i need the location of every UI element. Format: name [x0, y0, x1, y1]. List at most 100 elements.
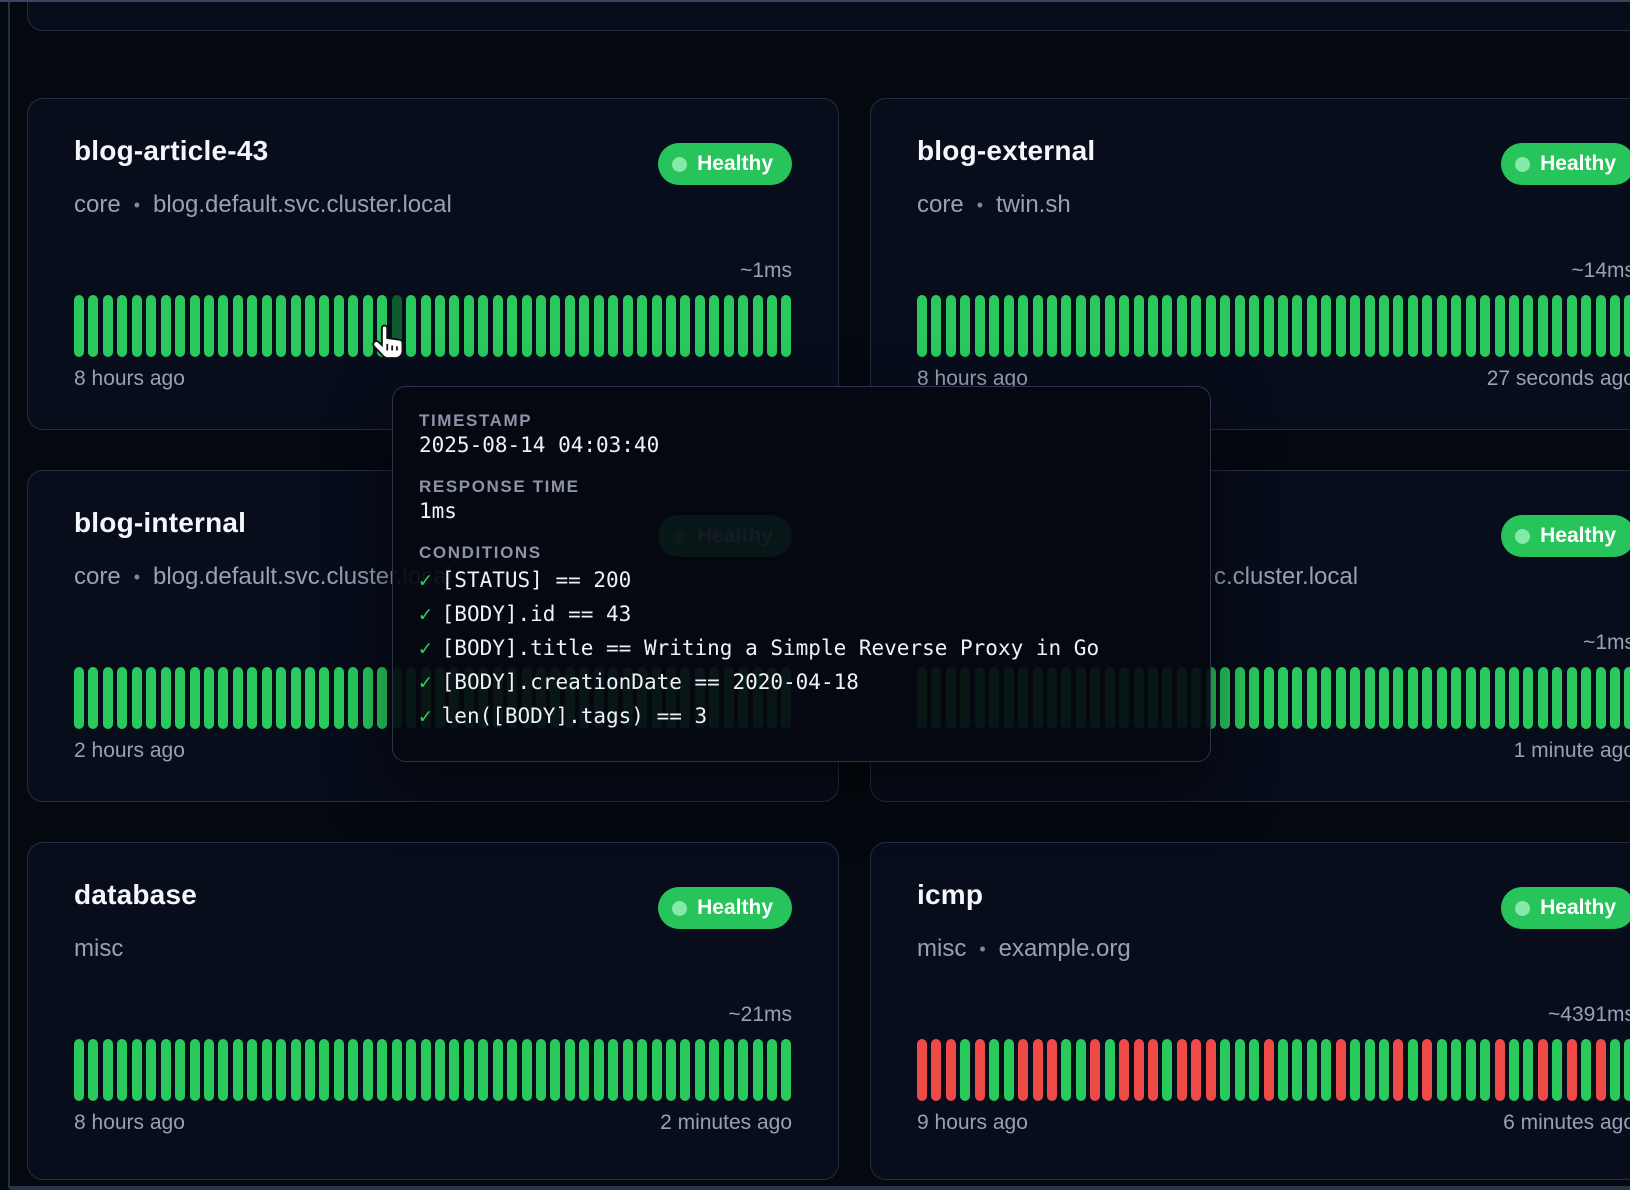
uptime-bar[interactable] [960, 295, 970, 357]
uptime-bar[interactable] [709, 295, 719, 357]
uptime-bar[interactable] [1379, 1039, 1389, 1101]
uptime-bar[interactable] [1278, 667, 1288, 729]
uptime-bar[interactable] [132, 295, 142, 357]
uptime-bar[interactable] [1437, 1039, 1447, 1101]
uptime-bar[interactable] [406, 295, 416, 357]
uptime-bar[interactable] [931, 295, 941, 357]
uptime-bar[interactable] [680, 1039, 690, 1101]
uptime-bar[interactable] [392, 295, 402, 357]
uptime-bar[interactable] [204, 667, 214, 729]
uptime-bar[interactable] [550, 295, 560, 357]
uptime-bar[interactable] [146, 667, 156, 729]
uptime-bar[interactable] [1134, 1039, 1144, 1101]
uptime-bar[interactable] [1264, 1039, 1274, 1101]
uptime-bar[interactable] [1119, 295, 1129, 357]
uptime-bar[interactable] [1523, 1039, 1533, 1101]
uptime-bar[interactable] [1509, 295, 1519, 357]
uptime-bar[interactable] [334, 667, 344, 729]
uptime-bar[interactable] [247, 1039, 257, 1101]
uptime-bar[interactable] [917, 295, 927, 357]
uptime-bar[interactable] [1307, 295, 1317, 357]
uptime-bar[interactable] [74, 667, 84, 729]
uptime-bar[interactable] [88, 1039, 98, 1101]
uptime-bar[interactable] [946, 1039, 956, 1101]
uptime-bar[interactable] [1249, 295, 1259, 357]
uptime-bar[interactable] [767, 1039, 777, 1101]
uptime-bar[interactable] [1567, 667, 1577, 729]
uptime-bar[interactable] [536, 295, 546, 357]
uptime-bar[interactable] [1610, 1039, 1620, 1101]
uptime-bar[interactable] [1321, 295, 1331, 357]
endpoint-card-icmp[interactable]: icmp misc • example.org Healthy ~4391ms … [870, 842, 1630, 1180]
uptime-bar[interactable] [1437, 667, 1447, 729]
uptime-bar[interactable] [1177, 1039, 1187, 1101]
uptime-bar[interactable] [1480, 667, 1490, 729]
uptime-bar[interactable] [493, 1039, 503, 1101]
uptime-bar[interactable] [1408, 295, 1418, 357]
uptime-bar[interactable] [1466, 667, 1476, 729]
uptime-bar[interactable] [522, 1039, 532, 1101]
uptime-bar[interactable] [406, 1039, 416, 1101]
uptime-bar[interactable] [1076, 1039, 1086, 1101]
uptime-bar[interactable] [1451, 295, 1461, 357]
uptime-bar[interactable] [1365, 295, 1375, 357]
uptime-bar[interactable] [1365, 1039, 1375, 1101]
uptime-bar[interactable] [1206, 295, 1216, 357]
uptime-bar[interactable] [449, 295, 459, 357]
uptime-bar[interactable] [1061, 1039, 1071, 1101]
uptime-bar[interactable] [1278, 1039, 1288, 1101]
uptime-bar[interactable] [507, 295, 517, 357]
uptime-bar[interactable] [1090, 295, 1100, 357]
uptime-bar[interactable] [1451, 667, 1461, 729]
uptime-bar[interactable] [565, 1039, 575, 1101]
uptime-bar[interactable] [493, 295, 503, 357]
uptime-bar[interactable] [1105, 1039, 1115, 1101]
uptime-bar[interactable] [1249, 667, 1259, 729]
uptime-bar[interactable] [161, 667, 171, 729]
uptime-bar[interactable] [1552, 1039, 1562, 1101]
uptime-bar[interactable] [117, 1039, 127, 1101]
uptime-bar[interactable] [579, 295, 589, 357]
uptime-bar[interactable] [1365, 667, 1375, 729]
uptime-bar[interactable] [190, 1039, 200, 1101]
uptime-bar[interactable] [1581, 667, 1591, 729]
uptime-bar[interactable] [767, 295, 777, 357]
uptime-bar[interactable] [623, 1039, 633, 1101]
uptime-bar[interactable] [738, 295, 748, 357]
uptime-bar[interactable] [1162, 295, 1172, 357]
uptime-bar[interactable] [753, 295, 763, 357]
uptime-bar[interactable] [1336, 295, 1346, 357]
uptime-bar[interactable] [975, 295, 985, 357]
uptime-bar[interactable] [1624, 667, 1630, 729]
uptime-bar[interactable] [348, 667, 358, 729]
uptime-bar[interactable] [74, 1039, 84, 1101]
uptime-bar[interactable] [1264, 667, 1274, 729]
endpoint-card-blog-external[interactable]: blog-external core • twin.sh Healthy ~14… [870, 98, 1630, 430]
uptime-bar[interactable] [1480, 295, 1490, 357]
uptime-bar[interactable] [276, 667, 286, 729]
uptime-bar[interactable] [695, 295, 705, 357]
uptime-bar[interactable] [1307, 667, 1317, 729]
uptime-bar[interactable] [1596, 667, 1606, 729]
uptime-bar[interactable] [1148, 295, 1158, 357]
uptime-bar[interactable] [276, 1039, 286, 1101]
uptime-bar[interactable] [1206, 1039, 1216, 1101]
uptime-bar[interactable] [1148, 1039, 1158, 1101]
uptime-bar[interactable] [117, 667, 127, 729]
uptime-bar[interactable] [1624, 1039, 1630, 1101]
uptime-bar[interactable] [421, 1039, 431, 1101]
uptime-bar[interactable] [88, 667, 98, 729]
uptime-bar[interactable] [1581, 1039, 1591, 1101]
uptime-bar[interactable] [1350, 1039, 1360, 1101]
uptime-bar[interactable] [1047, 1039, 1057, 1101]
uptime-bar[interactable] [1624, 295, 1630, 357]
uptime-bar[interactable] [435, 295, 445, 357]
uptime-bar[interactable] [1495, 1039, 1505, 1101]
uptime-bar[interactable] [74, 295, 84, 357]
uptime-bar[interactable] [247, 295, 257, 357]
uptime-bar[interactable] [348, 1039, 358, 1101]
uptime-bar[interactable] [1379, 295, 1389, 357]
uptime-bar[interactable] [666, 295, 676, 357]
uptime-bar[interactable] [1134, 295, 1144, 357]
uptime-bar[interactable] [377, 667, 387, 729]
